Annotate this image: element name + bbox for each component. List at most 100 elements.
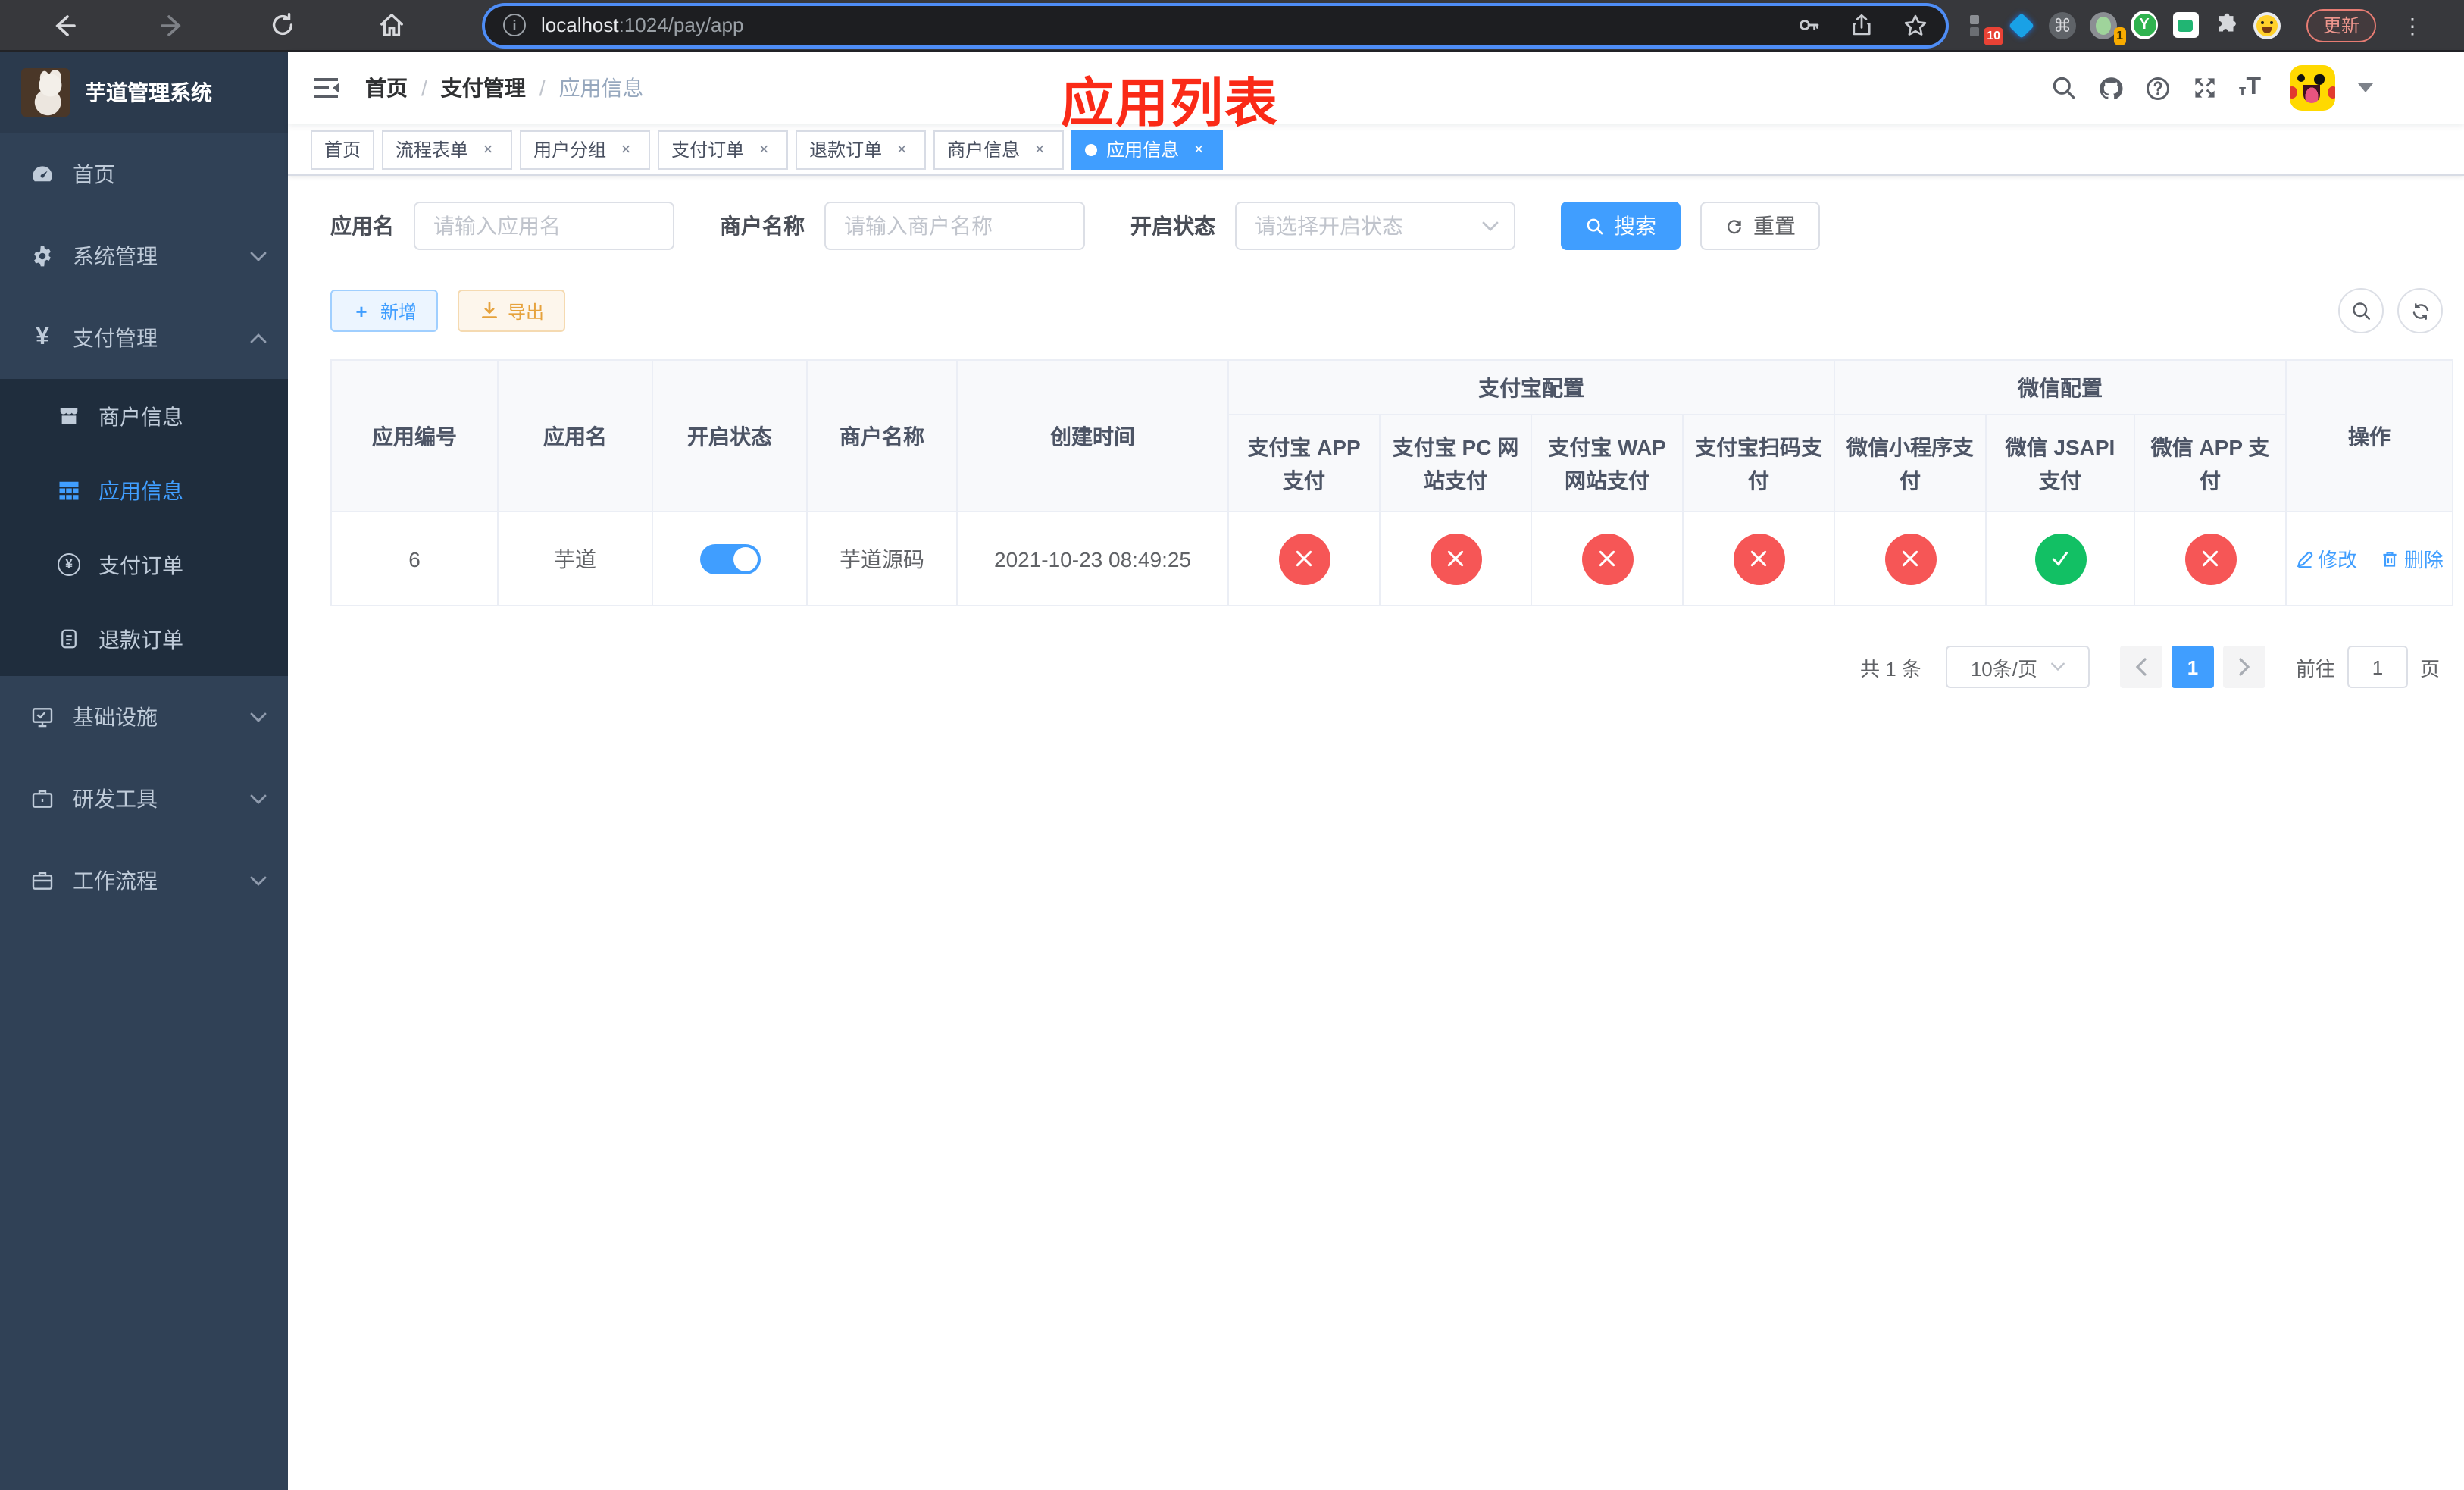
app-name-input[interactable]: 请输入应用名 <box>414 202 674 250</box>
merchant-name-input[interactable]: 请输入商户名称 <box>824 202 1085 250</box>
sidebar-toggle-icon[interactable] <box>311 73 341 103</box>
cell-app-id: 6 <box>330 511 499 606</box>
sidebar-item-label: 工作流程 <box>73 869 158 893</box>
wechat-app-status-icon <box>2184 533 2236 584</box>
status-select[interactable]: 请选择开启状态 <box>1235 202 1515 250</box>
user-avatar[interactable] <box>2290 65 2335 111</box>
delete-link[interactable]: 删除 <box>2381 544 2444 573</box>
extension-tabs-icon[interactable]: 10 <box>1967 11 2003 45</box>
sidebar-logo[interactable]: 芋道管理系统 <box>0 52 288 133</box>
password-key-icon[interactable] <box>1796 12 1821 38</box>
cell-merchant: 芋道源码 <box>806 511 958 606</box>
breadcrumb-current: 应用信息 <box>558 76 644 100</box>
page-size-select[interactable]: 10条/页 <box>1945 646 2090 688</box>
share-icon[interactable] <box>1849 12 1875 38</box>
yen-circle-icon: ¥ <box>58 553 80 576</box>
sidebar-item-merchant-info[interactable]: 商户信息 <box>0 379 288 453</box>
sidebar-item-label: 应用信息 <box>98 478 183 502</box>
browser-home-icon[interactable] <box>376 10 406 40</box>
status-label: 开启状态 <box>1130 214 1215 238</box>
tab-process-form[interactable]: 流程表单 × <box>382 130 513 169</box>
close-icon[interactable]: × <box>477 139 499 160</box>
sidebar-item-payment[interactable]: ¥ 支付管理 <box>0 297 288 379</box>
fullscreen-icon[interactable] <box>2192 74 2219 102</box>
close-icon[interactable]: × <box>615 139 636 160</box>
sidebar-item-devtools[interactable]: 研发工具 <box>0 758 288 840</box>
close-icon[interactable]: × <box>1029 139 1050 160</box>
browser-menu-icon[interactable]: ⋮ <box>2402 14 2423 36</box>
close-icon[interactable]: × <box>1188 139 1209 160</box>
extension-command-icon[interactable]: ⌘ <box>2049 11 2076 39</box>
app-title: 芋道管理系统 <box>85 80 212 105</box>
extension-yuque-icon[interactable]: Y <box>2131 11 2158 39</box>
tab-pay-order[interactable]: 支付订单 × <box>658 130 789 169</box>
extension-recorder-icon[interactable]: 1 <box>2090 11 2126 45</box>
close-icon[interactable]: × <box>753 139 774 160</box>
app-name-label: 应用名 <box>330 214 394 238</box>
prev-page-button[interactable] <box>2119 646 2162 688</box>
chevron-down-icon <box>250 875 267 886</box>
next-page-button[interactable] <box>2222 646 2265 688</box>
extension-chat-icon[interactable] <box>2172 11 2199 39</box>
export-button[interactable]: 导出 <box>458 290 566 332</box>
wechat-mini-status-icon <box>1884 533 1936 584</box>
bookmark-star-icon[interactable] <box>1902 12 1928 38</box>
sidebar-item-app-info[interactable]: 应用信息 <box>0 453 288 527</box>
reset-button[interactable]: 重置 <box>1700 202 1820 250</box>
breadcrumb-home[interactable]: 首页 <box>365 73 408 103</box>
sidebar-item-pay-order[interactable]: ¥ 支付订单 <box>0 527 288 602</box>
tab-user-group[interactable]: 用户分组 × <box>520 130 651 169</box>
chevron-down-icon <box>2050 662 2065 671</box>
profile-avatar-icon[interactable] <box>2253 11 2281 39</box>
refresh-table-button[interactable] <box>2397 288 2443 333</box>
search-icon <box>1585 216 1605 236</box>
alipay-qr-status-icon <box>1733 533 1784 584</box>
browser-update-button[interactable]: 更新 <box>2306 8 2377 42</box>
document-icon <box>58 628 80 650</box>
avatar-caret-icon[interactable] <box>2358 83 2373 92</box>
toggle-search-button[interactable] <box>2338 288 2384 333</box>
address-bar[interactable]: i localhost:1024/pay/app <box>485 5 1946 45</box>
browser-back-icon[interactable] <box>48 10 79 40</box>
help-icon[interactable] <box>2145 74 2172 102</box>
close-icon[interactable]: × <box>891 139 912 160</box>
breadcrumb-payment[interactable]: 支付管理 <box>441 73 526 103</box>
add-button[interactable]: + 新增 <box>330 290 439 332</box>
sidebar-item-home[interactable]: 首页 <box>0 133 288 215</box>
extensions-puzzle-icon[interactable] <box>2212 11 2240 39</box>
active-dot <box>1085 143 1098 155</box>
tab-home[interactable]: 首页 <box>311 130 375 169</box>
sidebar-item-infrastructure[interactable]: 基础设施 <box>0 676 288 758</box>
tab-refund-order[interactable]: 退款订单 × <box>796 130 927 169</box>
tab-merchant-info[interactable]: 商户信息 × <box>933 130 1065 169</box>
sidebar-item-workflow[interactable]: 工作流程 <box>0 840 288 922</box>
page-number-1[interactable]: 1 <box>2171 646 2214 688</box>
header-search-icon[interactable] <box>2051 74 2078 102</box>
col-wechat-mini: 微信小程序支付 <box>1834 414 1987 512</box>
sidebar-item-label: 基础设施 <box>73 705 158 729</box>
sidebar-item-label: 退款订单 <box>98 627 183 651</box>
search-button[interactable]: 搜索 <box>1561 202 1681 250</box>
sidebar-item-refund-order[interactable]: 退款订单 <box>0 602 288 676</box>
github-icon[interactable] <box>2098 74 2125 102</box>
logo-image <box>21 68 70 117</box>
navbar-actions: тT <box>2051 65 2440 111</box>
app-table: 应用编号 应用名 开启状态 商户名称 创建时间 支付宝配置 微信配置 操作 支付… <box>330 359 2453 606</box>
goto-label: 前往 <box>2295 657 2335 680</box>
goto-page-input[interactable] <box>2347 646 2408 688</box>
site-info-icon[interactable]: i <box>503 14 526 36</box>
browser-reload-icon[interactable] <box>267 10 297 40</box>
sidebar-item-system[interactable]: 系统管理 <box>0 215 288 297</box>
col-alipay-app: 支付宝 APP 支付 <box>1227 414 1381 512</box>
dashboard-icon <box>30 162 55 186</box>
url-text: localhost:1024/pay/app <box>541 14 744 36</box>
sidebar-menu: 首页 系统管理 ¥ 支付管理 商户信息 应用信息 ¥ 支付订单 退款订单 基础设… <box>0 133 288 1490</box>
browser-forward-icon[interactable] <box>158 10 188 40</box>
pagination: 共 1 条 10条/页 1 前往 1 页 <box>330 646 2443 688</box>
page-root: i localhost:1024/pay/app 10 ⌘ 1 Y 更新 ⋮ 应… <box>0 0 2464 1490</box>
edit-link[interactable]: 修改 <box>2295 544 2357 573</box>
chevron-down-icon <box>250 712 267 722</box>
extension-gem-icon[interactable] <box>2008 11 2035 39</box>
font-size-icon[interactable]: тT <box>2239 75 2261 100</box>
status-toggle[interactable] <box>699 543 760 574</box>
